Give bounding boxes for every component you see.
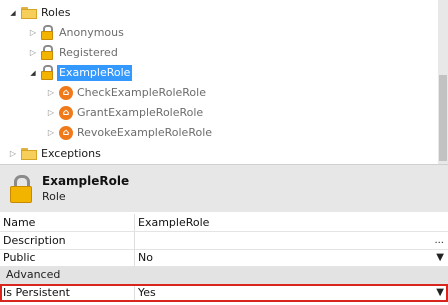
collapsed-arrow-icon[interactable]: ▷ xyxy=(46,104,56,122)
property-name: Public xyxy=(3,251,36,264)
lock-icon xyxy=(40,45,54,61)
dropdown-arrow-icon[interactable]: ▼ xyxy=(436,249,444,266)
property-row-is-persistent[interactable]: Is Persistent Yes ▼ xyxy=(0,284,448,302)
ellipsis-button[interactable]: ... xyxy=(434,232,444,249)
role-lock-icon xyxy=(10,175,32,203)
tree-node-registered[interactable]: ▷ Registered xyxy=(0,44,430,62)
property-name: Name xyxy=(3,216,36,229)
folder-open-icon xyxy=(21,7,37,19)
lock-icon xyxy=(40,65,54,81)
property-name: Description xyxy=(3,234,66,247)
tree-node-label: Exceptions xyxy=(41,147,101,160)
role-tree: ◢ Roles ▷ Anonymous ▷ Registered ◢ Examp… xyxy=(0,0,438,164)
tree-node-label-selected: ExampleRole xyxy=(57,65,133,81)
collapsed-arrow-icon[interactable]: ▷ xyxy=(8,145,18,163)
tree-node-label: Registered xyxy=(59,46,118,59)
property-grid: Name ExampleRole Description ... Public … xyxy=(0,212,448,305)
properties-header: ExampleRole Role xyxy=(0,164,448,212)
collapsed-arrow-icon[interactable]: ▷ xyxy=(28,44,38,62)
tree-node-label: RevokeExampleRoleRole xyxy=(77,126,213,139)
tree-node-permission-check[interactable]: ▷ ⌂ CheckExampleRoleRole xyxy=(0,84,430,102)
tree-node-label: Roles xyxy=(41,6,71,19)
property-name: Is Persistent xyxy=(3,286,70,299)
collapsed-arrow-icon[interactable]: ▷ xyxy=(28,24,38,42)
dropdown-arrow-icon[interactable]: ▼ xyxy=(436,286,444,300)
tree-node-examplerole[interactable]: ◢ ExampleRole xyxy=(0,64,430,82)
expanded-arrow-icon[interactable]: ◢ xyxy=(8,4,18,22)
tree-node-permission-revoke[interactable]: ▷ ⌂ RevokeExampleRoleRole xyxy=(0,124,430,142)
property-value-is-persistent[interactable]: Yes xyxy=(138,286,156,300)
lock-icon xyxy=(40,25,54,41)
folder-icon xyxy=(21,148,37,160)
collapsed-arrow-icon[interactable]: ▷ xyxy=(46,84,56,102)
tree-node-roles[interactable]: ◢ Roles xyxy=(0,4,430,22)
tree-node-label: GrantExampleRoleRole xyxy=(77,106,204,119)
permission-icon: ⌂ xyxy=(59,86,73,100)
properties-subtitle: Role xyxy=(42,190,66,203)
tree-node-anonymous[interactable]: ▷ Anonymous xyxy=(0,24,430,42)
group-label: Advanced xyxy=(6,268,61,281)
tree-node-label: CheckExampleRoleRole xyxy=(77,86,206,99)
property-row-name[interactable]: Name ExampleRole xyxy=(0,214,448,232)
vertical-scrollbar[interactable] xyxy=(438,0,448,164)
permission-icon: ⌂ xyxy=(59,126,73,140)
tree-node-label: Anonymous xyxy=(59,26,124,39)
tree-node-permission-grant[interactable]: ▷ ⌂ GrantExampleRoleRole xyxy=(0,104,430,122)
properties-title: ExampleRole xyxy=(42,174,130,188)
scrollbar-thumb[interactable] xyxy=(439,75,447,161)
property-value-public[interactable]: No xyxy=(138,249,153,266)
collapsed-arrow-icon[interactable]: ▷ xyxy=(46,124,56,142)
permission-icon: ⌂ xyxy=(59,106,73,120)
property-row-public[interactable]: Public No ▼ xyxy=(0,249,448,267)
tree-node-exceptions[interactable]: ▷ Exceptions xyxy=(0,145,430,163)
property-group-advanced[interactable]: Advanced xyxy=(0,266,448,284)
expanded-arrow-icon[interactable]: ◢ xyxy=(28,64,38,82)
property-value-name[interactable]: ExampleRole xyxy=(138,214,209,231)
property-row-description[interactable]: Description ... xyxy=(0,232,448,250)
